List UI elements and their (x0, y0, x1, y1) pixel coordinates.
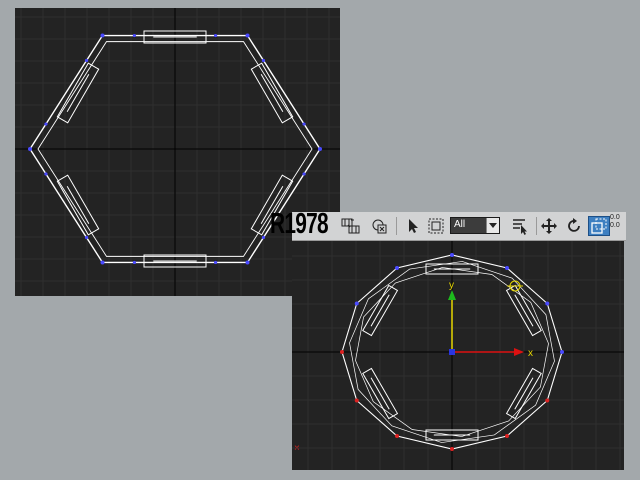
vertex (340, 350, 344, 354)
vertex (354, 301, 359, 306)
select-object-icon[interactable] (402, 216, 422, 236)
watermark: R1978 (270, 208, 329, 240)
vertex (395, 265, 399, 270)
vertex (44, 172, 48, 176)
vertex (302, 172, 306, 176)
toolbar-separator (396, 217, 397, 235)
vertex (505, 434, 509, 439)
viewport-perspective[interactable]: × xy (292, 240, 624, 470)
vertex (132, 260, 136, 265)
vertex (261, 58, 266, 63)
toolbar-edge-text: 0.0 0.0 (610, 214, 620, 229)
select-by-name-icon[interactable] (510, 216, 530, 236)
vertex (505, 265, 509, 270)
vertex (450, 253, 454, 257)
vertex (245, 33, 250, 38)
blade (66, 73, 90, 113)
vertex (545, 301, 550, 306)
gizmo-x-arrow (514, 348, 524, 356)
select-and-move-icon[interactable] (539, 216, 559, 236)
vertex (84, 58, 89, 63)
gizmo-x-label: x (528, 348, 533, 359)
select-and-scale-icon[interactable] (588, 216, 610, 236)
blade (260, 73, 284, 113)
gizmo-center (449, 349, 455, 355)
vertex (354, 398, 359, 403)
vertex (560, 350, 564, 354)
selection-filter-value: All (454, 219, 466, 230)
select-and-rotate-icon[interactable] (564, 216, 584, 236)
vertex (302, 122, 306, 126)
vertex (395, 434, 399, 439)
select-and-link-icon[interactable] (338, 216, 360, 236)
selection-filter-dropdown[interactable]: All (450, 217, 500, 234)
vertex (245, 260, 250, 265)
vertex (44, 122, 48, 126)
bind-space-warp-icon[interactable] (370, 216, 390, 236)
vertex (84, 235, 89, 240)
vertex (545, 398, 550, 403)
chevron-down-icon[interactable] (486, 218, 499, 233)
vertex (214, 33, 218, 38)
blade (66, 185, 90, 225)
gizmo-y-label: y (449, 280, 454, 291)
vertex (450, 447, 454, 451)
vertex (28, 147, 32, 151)
vertex (214, 260, 218, 265)
gizmo-y-arrow (448, 290, 456, 300)
vertex (100, 260, 105, 265)
vertex (100, 33, 105, 38)
vertex (318, 147, 322, 151)
vertex (261, 235, 266, 240)
toolbar-separator (536, 217, 537, 235)
region-select-icon[interactable] (426, 216, 446, 236)
vertex (132, 33, 136, 38)
wireframe-canvas-right: × xy (292, 240, 624, 470)
